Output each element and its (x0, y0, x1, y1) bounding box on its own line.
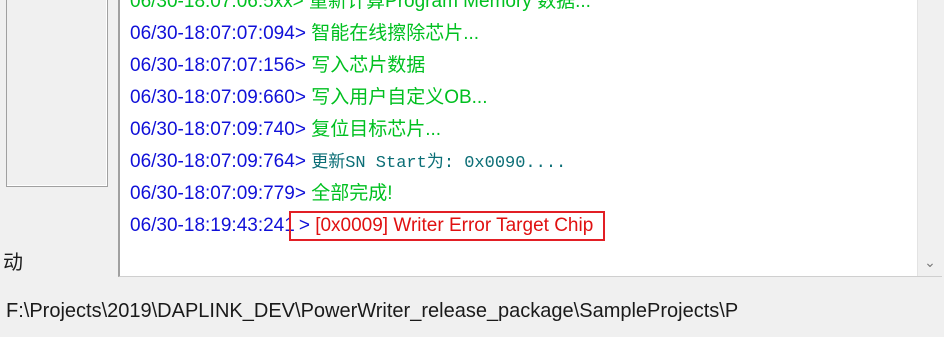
left-button-box[interactable] (6, 0, 108, 187)
log-timestamp: 06/30-18:07:09:660 (130, 87, 295, 108)
log-timestamp: 06/30-18:07:07:156 (130, 55, 295, 76)
log-message: 智能在线擦除芯片... (311, 23, 480, 44)
chevron-down-icon[interactable]: ⌄ (918, 252, 942, 272)
log-line: 06/30-18:07:09:740> 复位目标芯片... (130, 119, 442, 140)
log-message: 全部完成! (311, 183, 393, 204)
error-highlight-box: > [0x0009] Writer Error Target Chip (288, 211, 606, 241)
status-bar-path: F:\Projects\2019\DAPLINK_DEV\PowerWriter… (6, 300, 739, 322)
log-timestamp: 06/30-18:07:09:779 (130, 183, 295, 204)
log-message: 更新SN Start为: 0x0090.... (311, 154, 567, 173)
vertical-scrollbar[interactable]: ⌄ (917, 0, 942, 276)
log-partial-text: 06/30-18:07:06:5xx> 重新计算Program Memory 数… (130, 0, 591, 12)
left-panel: 动 (0, 0, 118, 284)
log-line: 06/30-18:07:07:094> 智能在线擦除芯片... (130, 23, 480, 44)
log-line-error: 06/30-18:19:43:241 > [0x0009] Writer Erro… (130, 210, 912, 242)
left-label: 动 (3, 252, 23, 274)
log-lines: 06/30-18:07:06:5xx> 重新计算Program Memory 数… (130, 0, 912, 242)
log-error-message: [0x0009] Writer Error Target Chip (315, 215, 594, 236)
log-line: 06/30-18:07:09:779> 全部完成! (130, 183, 393, 204)
log-line-partial: 06/30-18:07:06:5xx> 重新计算Program Memory 数… (130, 0, 912, 18)
log-message: 复位目标芯片... (311, 119, 442, 140)
log-message: 写入用户自定义OB... (311, 87, 488, 108)
log-timestamp: 06/30-18:19:43:241 (130, 215, 295, 236)
log-timestamp: 06/30-18:07:09:764 (130, 151, 295, 172)
log-line: 06/30-18:07:07:156> 写入芯片数据 (130, 55, 426, 76)
log-line: 06/30-18:07:09:764> 更新SN Start为: 0x0090.… (130, 151, 567, 173)
log-output[interactable]: 06/30-18:07:06:5xx> 重新计算Program Memory 数… (118, 0, 942, 277)
log-line: 06/30-18:07:09:660> 写入用户自定义OB... (130, 87, 488, 108)
log-timestamp: 06/30-18:07:07:094 (130, 23, 295, 44)
log-message: 写入芯片数据 (311, 55, 426, 76)
log-timestamp: 06/30-18:07:09:740 (130, 119, 295, 140)
